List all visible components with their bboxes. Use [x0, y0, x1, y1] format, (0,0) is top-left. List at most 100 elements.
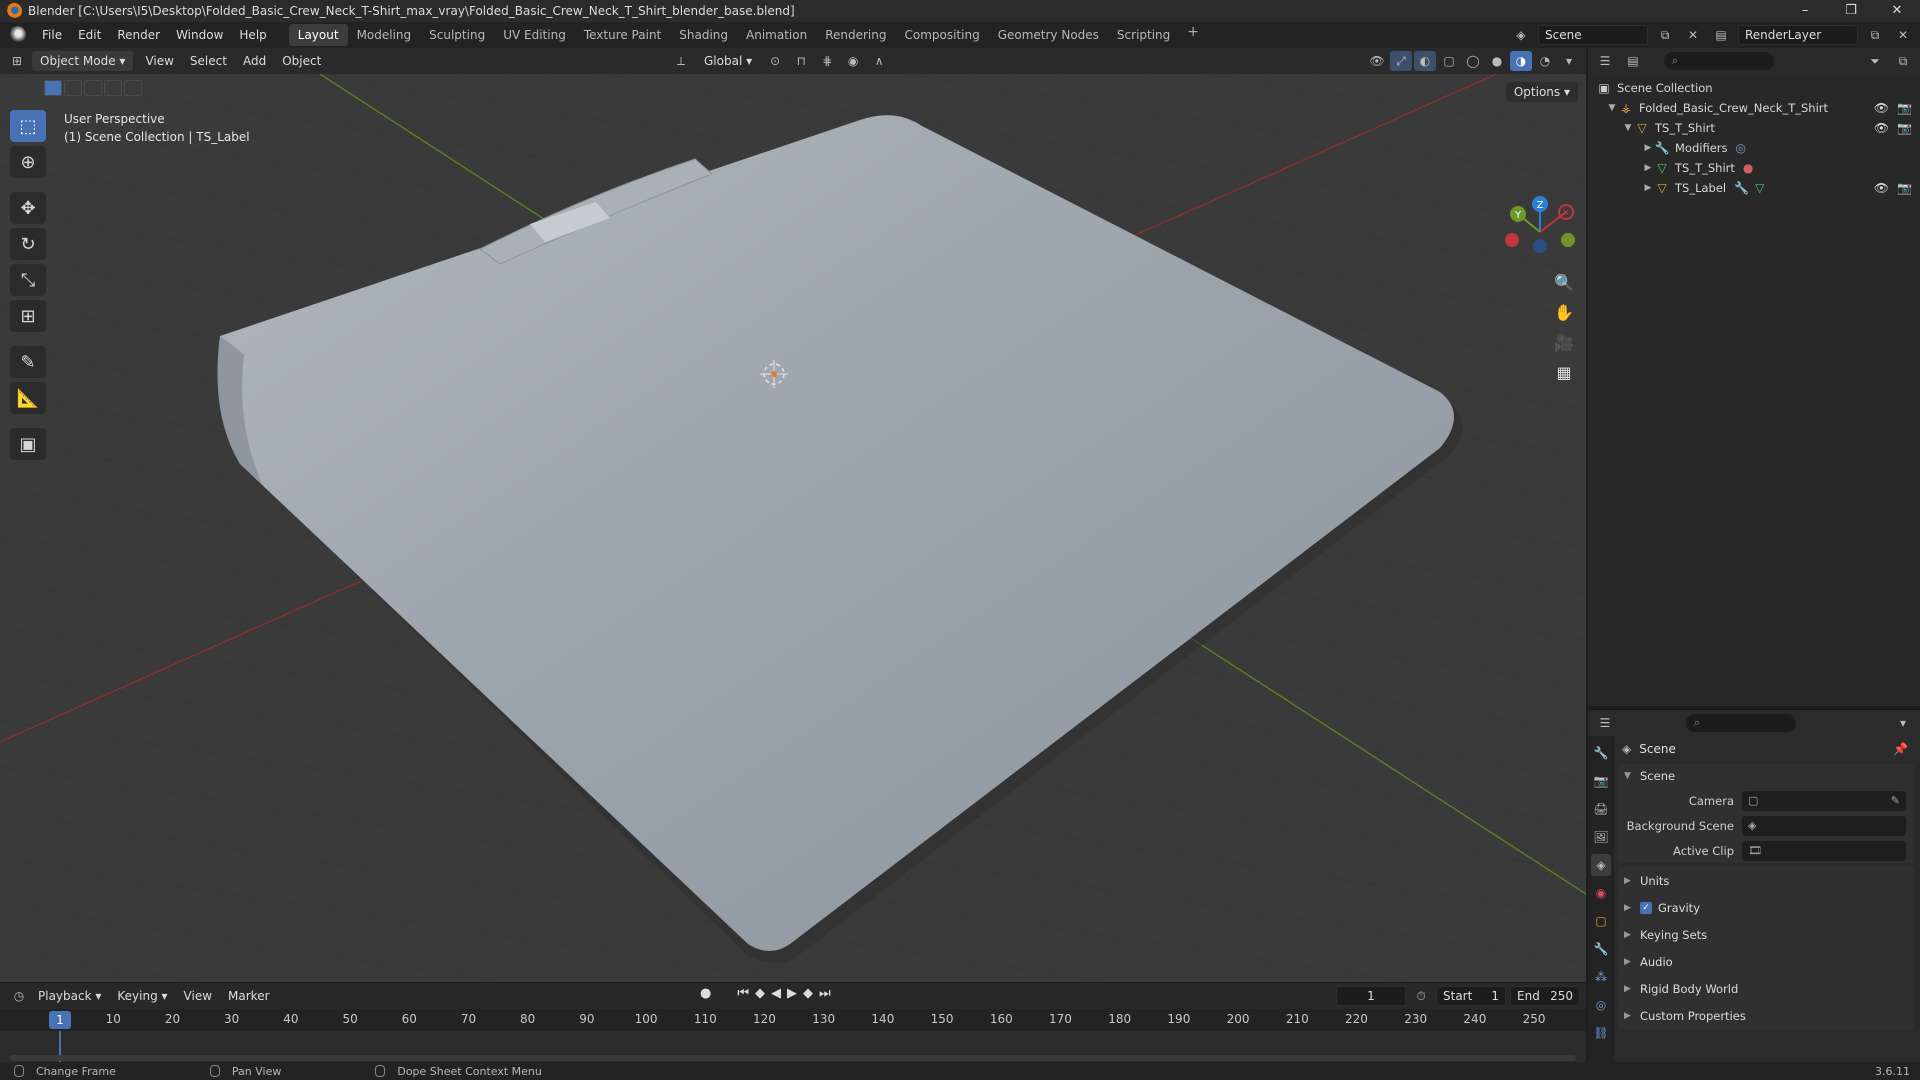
new-view-layer-icon[interactable]: ⧉ — [1864, 25, 1886, 45]
pan-hand-icon[interactable]: ✋ — [1552, 300, 1576, 324]
jump-end-icon[interactable]: ⏭ — [819, 986, 831, 1001]
render-tab-icon[interactable]: 📷 — [1591, 770, 1611, 792]
falloff-icon[interactable]: ∧ — [868, 51, 890, 71]
close-button[interactable]: ✕ — [1874, 0, 1920, 22]
properties-search-input[interactable]: ⌕ — [1686, 714, 1796, 732]
properties-editor-type-icon[interactable]: ☰ — [1594, 713, 1616, 733]
menu-timeline-view[interactable]: View — [176, 989, 220, 1003]
transform-tool-icon[interactable]: ⊞ — [10, 300, 46, 332]
outliner-row-ts-tshirt[interactable]: ▼ ▽ TS_T_Shirt 👁 📷 — [1588, 118, 1920, 138]
tab-rendering[interactable]: Rendering — [816, 24, 895, 46]
eye-icon[interactable]: 👁 — [1874, 101, 1889, 115]
tab-shading[interactable]: Shading — [670, 24, 737, 46]
overlay-toggle-icon[interactable]: ◐ — [1414, 51, 1436, 71]
menu-keying[interactable]: Keying ▾ — [109, 989, 175, 1003]
constraints-tab-icon[interactable]: ⛓ — [1591, 1022, 1611, 1044]
xray-icon[interactable]: ▢ — [1438, 51, 1460, 71]
material-shading-icon[interactable]: ◑ — [1510, 51, 1532, 71]
measure-tool-icon[interactable]: 📐 — [10, 382, 46, 414]
outliner-row-folded-shirt[interactable]: ▼ ⚶ Folded_Basic_Crew_Neck_T_Shirt 👁 📷 — [1588, 98, 1920, 118]
expand-arrow-icon[interactable]: ▶ — [1642, 163, 1654, 173]
start-frame-field[interactable]: Start 1 — [1436, 986, 1506, 1006]
camera-icon[interactable]: 📷 — [1897, 121, 1912, 135]
gizmo-toggle-icon[interactable]: ⤢ — [1390, 51, 1412, 71]
tab-animation[interactable]: Animation — [737, 24, 816, 46]
outliner-row-modifiers[interactable]: ▶ 🔧 Modifiers ◎ — [1588, 138, 1920, 158]
units-panel-header[interactable]: ▶ Units — [1618, 867, 1914, 894]
next-keyframe-icon[interactable]: ◆ — [803, 986, 813, 1001]
gravity-panel-header[interactable]: ▶ ✓ Gravity — [1618, 894, 1914, 921]
menu-edit[interactable]: Edit — [70, 28, 109, 42]
expand-arrow-icon[interactable]: ▼ — [1622, 123, 1634, 133]
background-scene-field[interactable]: ◈ — [1742, 815, 1906, 836]
delete-scene-icon[interactable]: ✕ — [1682, 25, 1704, 45]
tab-geometry-nodes[interactable]: Geometry Nodes — [989, 24, 1108, 46]
expand-arrow-icon[interactable]: ▼ — [1606, 103, 1618, 113]
outliner-editor-type-icon[interactable]: ☰ — [1594, 51, 1616, 71]
cursor-tool-icon[interactable]: ⊕ — [10, 146, 46, 178]
add-cube-tool-icon[interactable]: ▣ — [10, 428, 46, 460]
tab-sculpting[interactable]: Sculpting — [420, 24, 494, 46]
view-layer-browse-icon[interactable]: ▤ — [1710, 25, 1732, 45]
tab-layout[interactable]: Layout — [288, 24, 348, 46]
navigation-gizmo[interactable]: Z Y ✕ — [1500, 192, 1580, 272]
end-frame-field[interactable]: End 250 — [1510, 986, 1580, 1006]
display-mode-icon[interactable]: ▤ — [1622, 51, 1644, 71]
physics-tab-icon[interactable]: ◎ — [1591, 994, 1611, 1016]
menu-playback[interactable]: Playback ▾ — [30, 989, 109, 1003]
play-reverse-icon[interactable]: ◀ — [771, 986, 781, 1001]
frame-ruler[interactable]: 1 10 20 30 40 50 60 70 80 90 100 110 120 130 140 150 160… — [0, 1009, 1586, 1031]
expand-arrow-icon[interactable]: ▶ — [1642, 143, 1654, 153]
minimize-button[interactable]: – — [1782, 0, 1828, 22]
snap-target-icon[interactable]: ⋕ — [816, 51, 838, 71]
camera-view-icon[interactable]: 🎥 — [1552, 330, 1576, 354]
move-tool-icon[interactable]: ✥ — [10, 192, 46, 224]
scene-tab-icon[interactable]: ◈ — [1591, 854, 1611, 876]
outliner-row-scene-collection[interactable]: ▣ Scene Collection — [1588, 78, 1920, 98]
menu-render[interactable]: Render — [109, 28, 168, 42]
stopwatch-icon[interactable]: ⏱ — [1410, 986, 1432, 1006]
record-icon[interactable]: ● — [700, 986, 711, 1001]
snap-icon[interactable]: ⊓ — [790, 51, 812, 71]
prev-keyframe-icon[interactable]: ◆ — [755, 986, 765, 1001]
gravity-checkbox[interactable]: ✓ — [1640, 901, 1652, 914]
shading-options-icon[interactable]: ▾ — [1558, 51, 1580, 71]
wireframe-shading-icon[interactable]: ◯ — [1462, 51, 1484, 71]
view-layer-tab-icon[interactable]: 🖼 — [1591, 826, 1611, 848]
rendered-shading-icon[interactable]: ◔ — [1534, 51, 1556, 71]
select-invert-mode-icon[interactable] — [104, 80, 122, 96]
tab-texture-paint[interactable]: Texture Paint — [575, 24, 670, 46]
mode-dropdown[interactable]: Object Mode ▾ — [32, 51, 134, 71]
view-layer-field[interactable]: RenderLayer — [1738, 25, 1858, 45]
delete-view-layer-icon[interactable]: ✕ — [1892, 25, 1914, 45]
scale-tool-icon[interactable]: ⤡ — [10, 264, 46, 296]
jump-start-icon[interactable]: ⏮ — [737, 986, 749, 1001]
add-workspace-button[interactable]: + — [1179, 24, 1207, 46]
menu-marker[interactable]: Marker — [220, 989, 277, 1003]
3d-viewport[interactable]: User Perspective (1) Scene Collection | … — [0, 74, 1586, 982]
scene-panel-header[interactable]: ▼ Scene — [1618, 764, 1914, 788]
select-new-mode-icon[interactable] — [44, 80, 62, 96]
new-collection-icon[interactable]: ⧉ — [1892, 51, 1914, 71]
rigid-body-world-panel-header[interactable]: ▶ Rigid Body World — [1618, 975, 1914, 1002]
menu-help[interactable]: Help — [231, 28, 274, 42]
menu-view[interactable]: View — [137, 51, 181, 71]
modifier-tab-icon[interactable]: 🔧 — [1591, 938, 1611, 960]
outliner-row-ts-label[interactable]: ▶ ▽ TS_Label 🔧 ▽ 👁 📷 — [1588, 178, 1920, 198]
current-frame-marker[interactable]: 1 — [49, 1011, 71, 1029]
annotate-tool-icon[interactable]: ✎ — [10, 346, 46, 378]
proportional-edit-icon[interactable]: ◉ — [842, 51, 864, 71]
new-scene-icon[interactable]: ⧉ — [1654, 25, 1676, 45]
expand-arrow-icon[interactable]: ▶ — [1642, 183, 1654, 193]
timeline-editor-type-icon[interactable]: ◷ — [8, 986, 30, 1006]
camera-icon[interactable]: 📷 — [1897, 101, 1912, 115]
solid-shading-icon[interactable]: ● — [1486, 51, 1508, 71]
blender-logo-icon[interactable] — [8, 26, 26, 44]
menu-file[interactable]: File — [34, 28, 70, 42]
editor-type-icon[interactable]: ⊞ — [6, 51, 28, 71]
tab-uv-editing[interactable]: UV Editing — [494, 24, 575, 46]
filter-icon[interactable]: ⏷ — [1864, 51, 1886, 71]
camera-icon[interactable]: 📷 — [1897, 181, 1912, 195]
select-intersect-mode-icon[interactable] — [124, 80, 142, 96]
object-tab-icon[interactable]: ▢ — [1591, 910, 1611, 932]
